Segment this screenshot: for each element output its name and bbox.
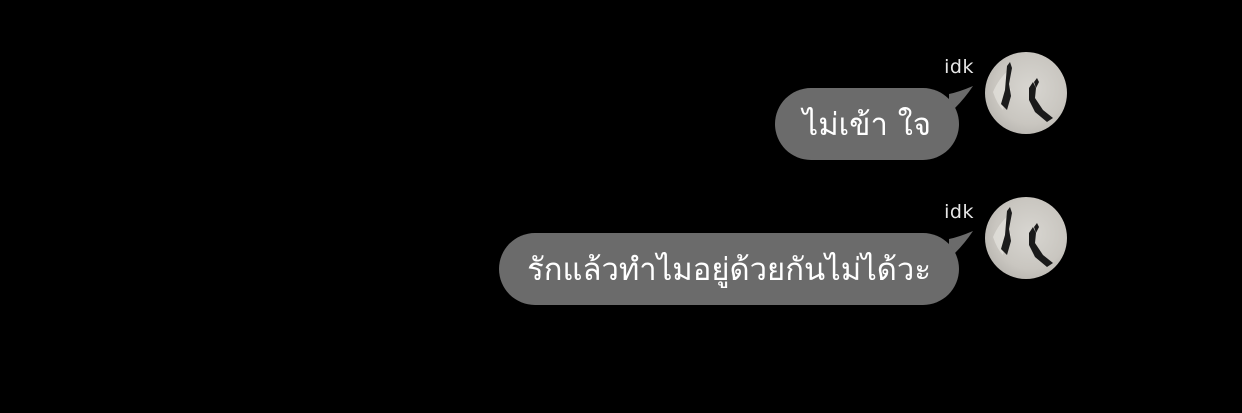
sender-name: idk bbox=[944, 201, 974, 223]
message-bubble[interactable]: ไม่เข้า ใจ bbox=[774, 88, 959, 160]
sender-name: idk bbox=[944, 56, 974, 78]
message-text: รักแล้วทำไมอยู่ด้วยกันไม่ได้วะ bbox=[527, 252, 931, 288]
avatar[interactable] bbox=[985, 52, 1067, 134]
message-bubble[interactable]: รักแล้วทำไมอยู่ด้วยกันไม่ได้วะ bbox=[499, 233, 959, 305]
chat-message: idk ไม่เข้า ใจ bbox=[0, 50, 1242, 170]
avatar-hands-image bbox=[993, 62, 1053, 122]
chat-message: idk รักแล้วทำไมอยู่ด้วยกันไม่ได้วะ bbox=[0, 195, 1242, 315]
avatar-hands-image bbox=[993, 207, 1053, 267]
message-text: ไม่เข้า ใจ bbox=[802, 107, 931, 143]
avatar[interactable] bbox=[985, 197, 1067, 279]
